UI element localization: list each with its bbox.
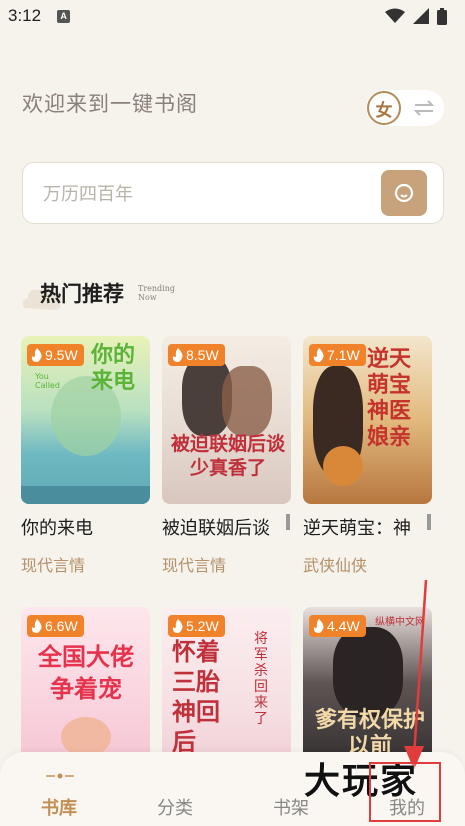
- section-subtitle-line1: Trending: [138, 284, 175, 293]
- search-icon: [394, 183, 414, 203]
- book-cover: 你的来电 You Called 9.5W: [21, 336, 150, 504]
- nav-item-category[interactable]: 分类: [135, 794, 215, 820]
- book-card[interactable]: 怀着三胎神回后 将军杀回来了 5.2W: [162, 607, 291, 775]
- fire-icon: [31, 619, 42, 633]
- heat-value: 5.2W: [186, 618, 219, 634]
- cover-title: 全国大佬争着宠: [38, 642, 134, 703]
- gender-badge: 女: [367, 91, 401, 125]
- title-overflow-mark: [286, 514, 290, 530]
- status-time: 3:12: [8, 6, 42, 25]
- gender-toggle[interactable]: 女: [366, 90, 444, 126]
- active-indicator-icon: [46, 773, 74, 779]
- heat-value: 8.5W: [186, 347, 219, 363]
- heat-badge: 4.4W: [309, 615, 366, 637]
- cover-subtitle: You Called: [35, 372, 60, 390]
- heat-badge: 5.2W: [168, 615, 225, 637]
- book-genre: 武侠仙侠: [303, 556, 368, 575]
- fire-icon: [172, 348, 183, 362]
- notification-icon: A: [57, 9, 71, 23]
- red-arrow-annotation: [404, 579, 428, 770]
- book-title: 被迫联姻后谈: [162, 518, 270, 539]
- cover-title: 你的来电: [91, 342, 136, 394]
- nav-item-library[interactable]: 书库: [19, 794, 99, 820]
- heat-value: 7.1W: [327, 347, 360, 363]
- book-cover: 被迫联姻后谈少真香了 8.5W: [162, 336, 291, 504]
- search-input[interactable]: [43, 181, 363, 207]
- section-title: 热门推荐: [40, 281, 124, 306]
- heat-value: 6.6W: [45, 618, 78, 634]
- heat-badge: 6.6W: [27, 615, 84, 637]
- book-title: 逆天萌宝：神: [303, 518, 411, 539]
- heat-badge: 9.5W: [27, 344, 84, 366]
- cover-subtitle: 将军杀回来了: [254, 631, 268, 727]
- search-button[interactable]: [381, 170, 427, 216]
- fire-icon: [172, 619, 183, 633]
- cover-title: 逆天萌宝神医娘亲: [367, 346, 412, 450]
- heat-badge: 8.5W: [168, 344, 225, 366]
- book-cover: 全国大佬争着宠 6.6W: [21, 607, 150, 775]
- heat-value: 9.5W: [45, 347, 78, 363]
- heat-value: 4.4W: [327, 618, 360, 634]
- fire-icon: [31, 348, 42, 362]
- swap-icon: [413, 100, 435, 116]
- search-box: [22, 162, 444, 224]
- heat-badge: 7.1W: [309, 344, 366, 366]
- section-header: 热门推荐 Trending Now: [22, 276, 322, 316]
- book-card[interactable]: 被迫联姻后谈少真香了 8.5W 被迫联姻后谈 现代言情: [162, 336, 291, 575]
- book-card[interactable]: 你的来电 You Called 9.5W 你的来电 现代言情: [21, 336, 150, 575]
- section-subtitle: Trending Now: [138, 284, 198, 302]
- title-overflow-mark: [427, 514, 431, 530]
- book-genre: 现代言情: [162, 556, 227, 575]
- cover-title: 怀着三胎神回后: [172, 637, 220, 756]
- signal-icon: [413, 8, 429, 24]
- fire-icon: [313, 348, 324, 362]
- cover-title: 被迫联姻后谈少真香了: [170, 433, 285, 479]
- status-bar: 3:12 A: [0, 0, 465, 32]
- battery-icon: [437, 7, 447, 25]
- wifi-icon: [385, 8, 405, 23]
- book-cover: 逆天萌宝神医娘亲 7.1W: [303, 336, 432, 504]
- book-genre: 现代言情: [21, 556, 86, 575]
- book-card[interactable]: 全国大佬争着宠 6.6W: [21, 607, 150, 775]
- section-subtitle-line2: Now: [138, 293, 157, 302]
- book-cover: 怀着三胎神回后 将军杀回来了 5.2W: [162, 607, 291, 775]
- fire-icon: [313, 619, 324, 633]
- book-card[interactable]: 逆天萌宝神医娘亲 7.1W 逆天萌宝：神 武侠仙侠: [303, 336, 432, 575]
- highlight-box: [369, 762, 441, 822]
- welcome-title: 欢迎来到一键书阁: [22, 92, 198, 116]
- book-title: 你的来电: [21, 518, 93, 539]
